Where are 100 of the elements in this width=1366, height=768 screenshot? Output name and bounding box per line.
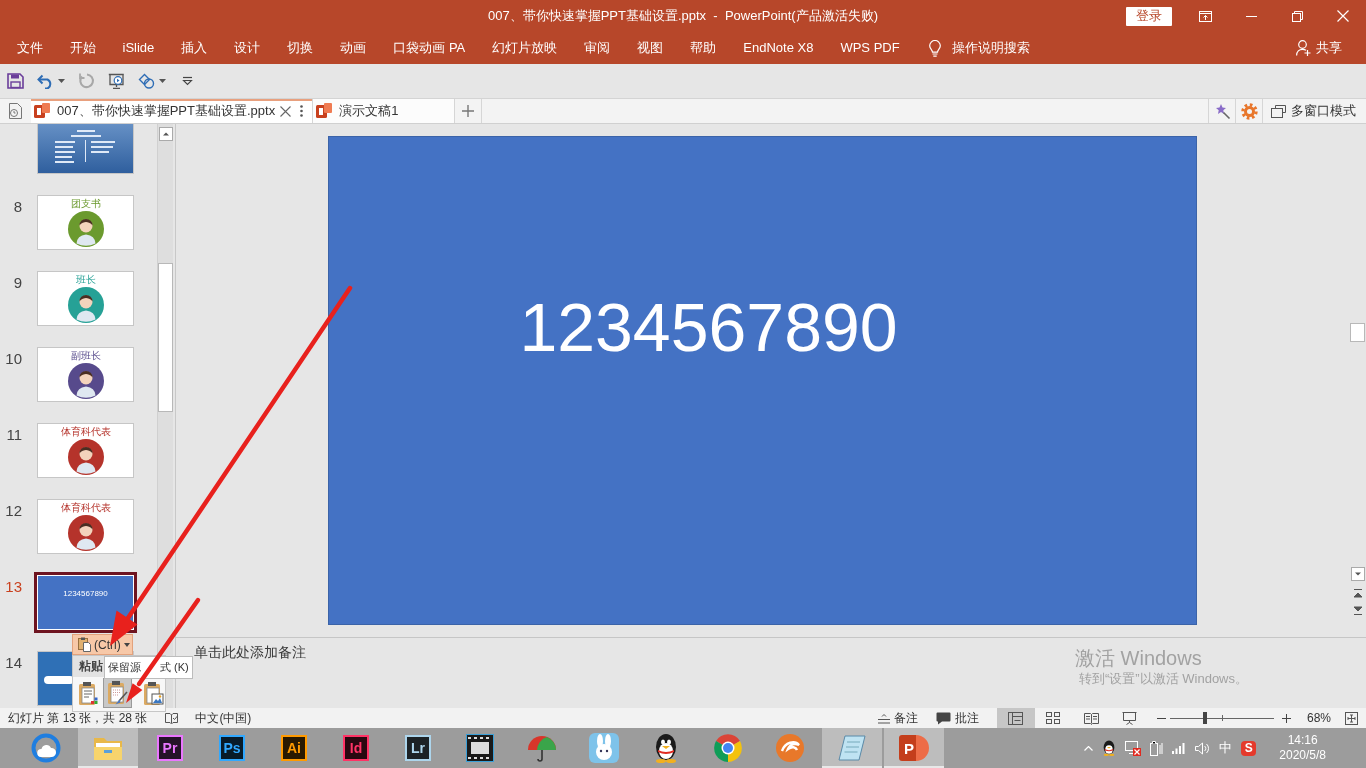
- undo-icon[interactable]: [37, 73, 54, 89]
- slide-number: 12: [4, 502, 22, 520]
- ribbon-tab[interactable]: 幻灯片放映: [478, 39, 571, 57]
- umbrella-icon: [527, 734, 557, 762]
- slide-thumbnail[interactable]: 体育科代表: [37, 499, 134, 554]
- presentation-app-icon: P: [899, 735, 929, 761]
- slide-thumbnail[interactable]: [37, 124, 134, 174]
- zoom-slider-thumb[interactable]: [1203, 712, 1208, 724]
- taskbar-button[interactable]: Lr: [388, 728, 448, 768]
- paste-option-button[interactable]: [78, 680, 100, 707]
- ribbon-display-options-icon[interactable]: [1198, 10, 1212, 22]
- slide-number: 8: [12, 198, 22, 216]
- close-icon[interactable]: [1337, 10, 1349, 22]
- previous-slide-icon[interactable]: [1353, 589, 1362, 598]
- scroll-up-icon[interactable]: [158, 127, 173, 141]
- multi-window-button[interactable]: 多窗口模式: [1262, 99, 1366, 123]
- paste-theme-icon: [78, 680, 100, 707]
- clock-time-text[interactable]: 14:16: [1287, 733, 1318, 748]
- caret-icon[interactable]: [159, 79, 166, 83]
- zoom-in-icon[interactable]: [1281, 713, 1291, 723]
- tell-me-button[interactable]: 操作说明搜索: [929, 39, 1031, 57]
- taskbar-button[interactable]: Ps: [202, 728, 262, 768]
- device-icon[interactable]: [1150, 740, 1164, 756]
- new-tab-icon[interactable]: [462, 105, 475, 117]
- paste-option-button[interactable]: [143, 680, 165, 707]
- taskbar-button[interactable]: Pr: [140, 728, 200, 768]
- scrollbar-thumb[interactable]: [158, 263, 173, 412]
- ribbon-tab[interactable]: 审阅: [570, 39, 624, 57]
- slide-number: 13: [4, 578, 22, 596]
- shapes-icon[interactable]: [138, 73, 155, 89]
- input-method-icon[interactable]: S: [1241, 740, 1257, 756]
- slide-sorter-icon: [1046, 711, 1062, 725]
- slideshow-screen-icon[interactable]: [108, 73, 125, 89]
- text-lines-drawing: [54, 129, 117, 164]
- view-button[interactable]: [996, 708, 1035, 728]
- ribbon-tab[interactable]: 切换: [273, 39, 327, 57]
- ribbon-tab[interactable]: 设计: [220, 39, 274, 57]
- speaker-icon[interactable]: [1195, 741, 1211, 755]
- slide-number: 10: [4, 350, 22, 368]
- ribbon-tab[interactable]: 动画: [326, 39, 380, 57]
- slide-thumbnail[interactable]: 班长: [37, 271, 134, 326]
- zoom-level-text[interactable]: 68%: [1306, 711, 1331, 725]
- lightbulb-icon: [929, 39, 942, 57]
- next-slide-icon[interactable]: [1353, 606, 1362, 615]
- taskbar-button[interactable]: Ai: [264, 728, 324, 768]
- presentation-file-icon: [316, 103, 333, 119]
- slide-title-text[interactable]: 1234567890: [519, 286, 898, 368]
- penguin-icon[interactable]: [1102, 740, 1117, 756]
- app-logo-icon: Id: [343, 735, 369, 761]
- document-tab[interactable]: 演示文稿1: [313, 99, 456, 123]
- close-tab-icon[interactable]: [280, 105, 292, 117]
- notepad-icon: [837, 734, 867, 762]
- ribbon-tab[interactable]: EndNote X8: [729, 39, 827, 57]
- slide-canvas[interactable]: 1234567890: [329, 137, 1196, 624]
- clock-date-text[interactable]: 2020/5/8: [1279, 748, 1326, 763]
- notes-button[interactable]: 备注: [877, 709, 918, 727]
- slide-thumbnail[interactable]: 团支书: [37, 195, 134, 250]
- slide-text: 1234567890: [63, 589, 108, 599]
- window-title: 007、带你快速掌握PPT基础设置.pptx - PowerPoint(产品激活失败): [487, 7, 879, 25]
- login-button[interactable]: 登录: [1126, 6, 1172, 26]
- slide-thumbnail[interactable]: 1234567890: [37, 575, 134, 630]
- fit-to-window-icon[interactable]: [1345, 711, 1358, 725]
- segmented-circle-icon: [713, 733, 743, 763]
- ribbon-tab[interactable]: 视图: [623, 39, 677, 57]
- ribbon-tab[interactable]: 开始: [56, 39, 109, 57]
- save-icon[interactable]: [7, 73, 24, 89]
- document-tab[interactable]: 007、带你快速掌握PPT基础设置.pptx: [31, 99, 314, 123]
- slide-number: 14: [4, 654, 22, 672]
- restore-icon[interactable]: [1291, 10, 1303, 22]
- tooltip-text: 保留源: [108, 660, 141, 675]
- gear-icon[interactable]: [1240, 102, 1258, 120]
- comments-button[interactable]: 批注: [935, 709, 979, 727]
- language-text[interactable]: 中文(中国): [195, 709, 252, 727]
- slide-thumbnail[interactable]: 副班长: [37, 347, 134, 402]
- slide-number: 9: [12, 274, 22, 292]
- scroll-down-icon[interactable]: [1350, 567, 1365, 581]
- ribbon-tab[interactable]: 口袋动画 PA: [379, 39, 479, 57]
- share-button[interactable]: 共享: [1296, 39, 1342, 57]
- app-logo-icon: Ps: [219, 735, 245, 761]
- slide-title-text: 体育科代表: [60, 502, 111, 514]
- more-options-icon[interactable]: [300, 105, 304, 117]
- scrollbar-thumb[interactable]: [1350, 323, 1365, 342]
- caret-icon[interactable]: [58, 79, 65, 83]
- slideshow-icon: [1122, 711, 1138, 725]
- spell-check-icon[interactable]: [165, 711, 179, 725]
- ribbon-tab[interactable]: iSlide: [109, 39, 168, 57]
- slide-thumbnail[interactable]: 体育科代表: [37, 423, 134, 478]
- ribbon-tab[interactable]: 插入: [167, 39, 221, 57]
- paste-keep-format-icon: [106, 680, 129, 706]
- input-mode-text[interactable]: 中: [1219, 739, 1233, 757]
- network-error-icon[interactable]: [1125, 740, 1142, 756]
- chevron-up-icon[interactable]: [1084, 745, 1094, 751]
- ribbon-tab[interactable]: WPS PDF: [826, 39, 914, 57]
- signal-bars-icon[interactable]: [1172, 742, 1187, 754]
- minimize-icon[interactable]: [1245, 15, 1257, 17]
- document-icon[interactable]: [8, 103, 23, 119]
- taskbar-button[interactable]: P: [884, 728, 944, 768]
- ribbon-tab[interactable]: 帮助: [676, 39, 730, 57]
- taskbar-button[interactable]: Id: [326, 728, 386, 768]
- ribbon-tab[interactable]: 文件: [3, 39, 56, 57]
